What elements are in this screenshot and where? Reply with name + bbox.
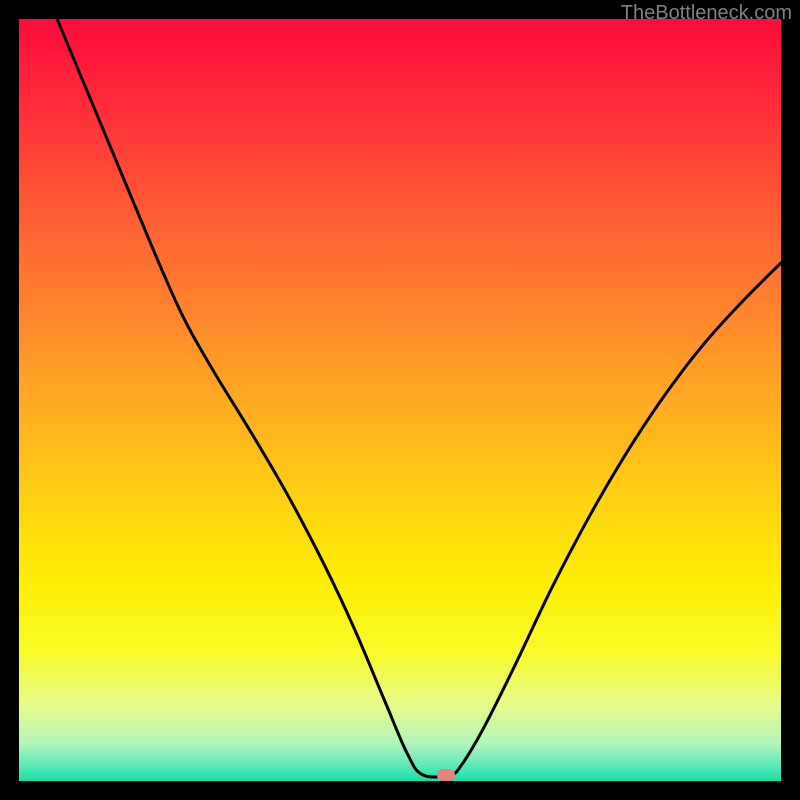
current-config-marker (437, 769, 455, 781)
chart-plot-area (19, 19, 781, 781)
watermark-text: TheBottleneck.com (621, 2, 792, 25)
bottleneck-curve (19, 19, 781, 781)
